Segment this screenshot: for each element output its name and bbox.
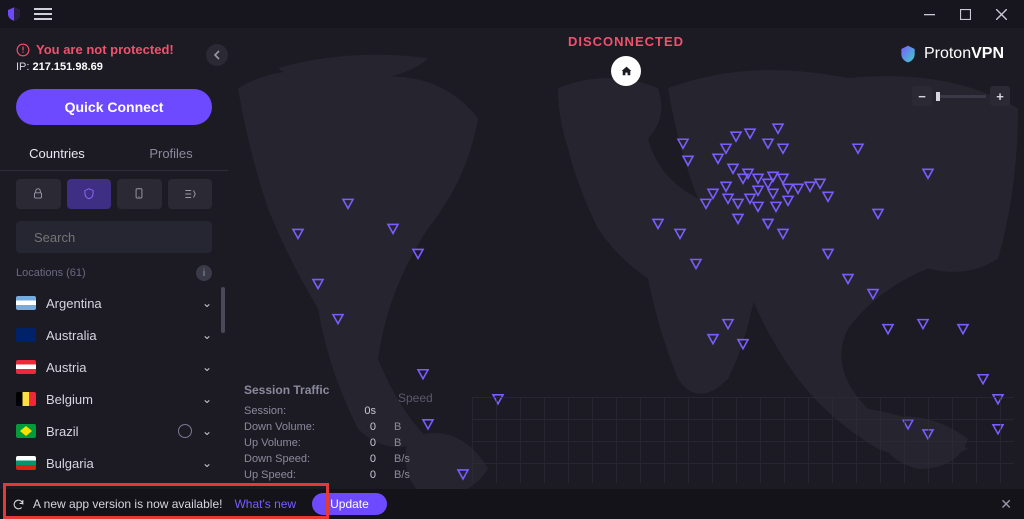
zoom-slider[interactable] [936,95,986,98]
scrollbar-thumb[interactable] [221,287,225,333]
stat-unit: B [394,437,418,449]
server-node[interactable] [418,370,428,379]
window-close-button[interactable] [990,3,1012,25]
filter-p2p[interactable] [117,179,162,209]
menu-button[interactable] [34,8,52,20]
stat-value: 0 [348,453,376,465]
not-protected-label: You are not protected! [36,42,174,57]
country-name: Austria [46,360,202,375]
stat-value: 0 [348,421,376,433]
chevron-down-icon[interactable]: ⌄ [202,328,212,342]
tab-profiles[interactable]: Profiles [114,137,228,170]
filter-tor[interactable] [168,179,213,209]
sidebar: You are not protected! IP: 217.151.98.69… [0,28,228,489]
update-message: A new app version is now available! [33,497,222,511]
chevron-down-icon[interactable]: ⌄ [202,392,212,406]
connection-state-label: DISCONNECTED [568,34,684,49]
map-panel[interactable]: DISCONNECTED ProtonVPN − + Speed Session… [228,28,1024,489]
flag-icon [16,360,36,374]
flag-icon [16,392,36,406]
session-title: Session Traffic [244,383,418,397]
update-dismiss-button[interactable]: ✕ [1000,496,1012,513]
app-logo-icon [6,6,22,22]
country-row-br[interactable]: Brazil ⌄ [0,415,228,447]
stat-label: Up Volume: [244,437,330,449]
stat-unit: B/s [394,469,418,481]
filter-shield[interactable] [67,179,112,209]
update-bar: A new app version is now available! What… [0,489,1024,519]
home-location-button[interactable] [611,56,641,86]
country-name: Argentina [46,296,202,311]
sidebar-collapse-button[interactable] [206,44,228,66]
country-row-at[interactable]: Austria⌄ [0,351,228,383]
server-node[interactable] [413,249,423,258]
quick-connect-button[interactable]: Quick Connect [16,89,212,125]
chevron-down-icon[interactable]: ⌄ [202,360,212,374]
country-list[interactable]: Argentina⌄Australia⌄Austria⌄Belgium⌄Braz… [0,287,228,489]
chevron-down-icon[interactable]: ⌄ [202,456,212,470]
chevron-down-icon[interactable]: ⌄ [202,296,212,310]
warning-icon [16,43,30,57]
session-panel: Session Traffic Session: 0s Down Volume: 0 B… [244,383,418,483]
locations-header: Locations (61) [16,267,86,279]
country-row-be[interactable]: Belgium⌄ [0,383,228,415]
whats-new-link[interactable]: What's new [234,497,296,511]
zoom-control: − + [912,86,1010,106]
country-row-ar[interactable]: Argentina⌄ [0,287,228,319]
search-input[interactable] [34,230,210,245]
refresh-icon [12,498,25,511]
flag-icon [16,296,36,310]
speed-graph [472,397,1014,483]
chevron-down-icon[interactable]: ⌄ [202,424,212,438]
server-node[interactable] [883,325,893,334]
titlebar [0,0,1024,28]
stat-value: 0 [348,437,376,449]
connection-status: You are not protected! IP: 217.151.98.69 [0,28,228,83]
flag-icon [16,328,36,342]
country-name: Australia [46,328,202,343]
country-name: Belgium [46,392,202,407]
window-minimize-button[interactable] [918,3,940,25]
stat-label: Session: [244,405,330,417]
zoom-in-button[interactable]: + [990,86,1010,106]
server-node[interactable] [958,325,968,334]
stat-label: Down Speed: [244,453,330,465]
search-field[interactable] [16,221,212,253]
server-node[interactable] [918,320,928,329]
brand-shield-icon [898,44,918,64]
stat-unit: B [394,421,418,433]
tab-countries[interactable]: Countries [0,137,114,170]
locations-info-button[interactable]: i [196,265,212,281]
stat-unit: B/s [394,453,418,465]
stat-label: Up Speed: [244,469,330,481]
filter-secure-core[interactable] [16,179,61,209]
country-row-bg[interactable]: Bulgaria⌄ [0,447,228,479]
server-node[interactable] [978,375,988,384]
flag-icon [16,424,36,438]
stat-value: 0s [348,405,376,417]
p2p-icon [178,424,192,438]
server-node[interactable] [423,420,433,429]
country-name: Brazil [46,424,178,439]
zoom-out-button[interactable]: − [912,86,932,106]
stat-value: 0 [348,469,376,481]
ip-display: IP: 217.151.98.69 [16,61,212,73]
country-name: Bulgaria [46,456,202,471]
stat-label: Down Volume: [244,421,330,433]
update-button[interactable]: Update [312,493,387,515]
window-maximize-button[interactable] [954,3,976,25]
flag-icon [16,456,36,470]
country-row-au[interactable]: Australia⌄ [0,319,228,351]
brand-logo: ProtonVPN [898,44,1004,64]
